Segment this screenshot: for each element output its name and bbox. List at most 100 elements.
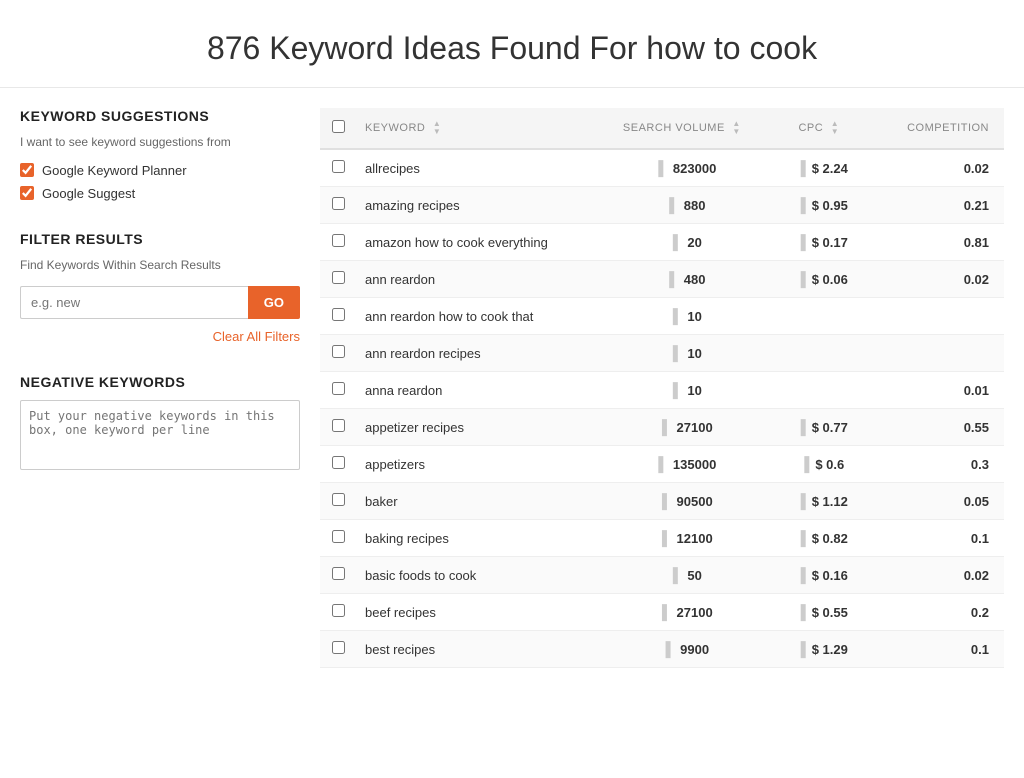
row-competition: 0.05 xyxy=(868,483,1004,520)
th-volume: SEARCH VOLUME ▲▼ xyxy=(594,108,769,149)
volume-bar-icon: ▐ xyxy=(668,308,678,324)
filter-input[interactable] xyxy=(20,286,248,319)
row-checkbox[interactable] xyxy=(332,308,345,321)
volume-bar-icon: ▐ xyxy=(653,160,663,176)
volume-bar-icon: ▐ xyxy=(668,567,678,583)
cpc-bar-icon: ▐ xyxy=(796,160,806,176)
row-keyword: ann reardon how to cook that xyxy=(355,298,594,335)
table-row: ann reardon how to cook that ▐ 10 xyxy=(320,298,1004,335)
table-row: appetizer recipes ▐ 27100 ▐$ 0.77 0.55 xyxy=(320,409,1004,446)
row-checkbox[interactable] xyxy=(332,567,345,580)
table-row: amazing recipes ▐ 880 ▐$ 0.95 0.21 xyxy=(320,187,1004,224)
row-checkbox[interactable] xyxy=(332,641,345,654)
cpc-bar-icon: ▐ xyxy=(799,456,809,472)
row-checkbox-cell xyxy=(320,483,355,520)
table-row: appetizers ▐ 135000 ▐$ 0.6 0.3 xyxy=(320,446,1004,483)
row-volume: ▐ 880 xyxy=(594,187,769,224)
row-volume: ▐ 27100 xyxy=(594,409,769,446)
row-checkbox-cell xyxy=(320,557,355,594)
row-checkbox-cell xyxy=(320,224,355,261)
cpc-bar-icon: ▐ xyxy=(796,530,806,546)
row-checkbox-cell xyxy=(320,594,355,631)
row-checkbox[interactable] xyxy=(332,345,345,358)
row-checkbox-cell xyxy=(320,187,355,224)
row-checkbox-cell xyxy=(320,149,355,187)
table-row: allrecipes ▐ 823000 ▐$ 2.24 0.02 xyxy=(320,149,1004,187)
row-checkbox[interactable] xyxy=(332,493,345,506)
row-checkbox-cell xyxy=(320,446,355,483)
volume-bar-icon: ▐ xyxy=(653,456,663,472)
row-volume: ▐ 10 xyxy=(594,335,769,372)
table-row: baker ▐ 90500 ▐$ 1.12 0.05 xyxy=(320,483,1004,520)
negative-keywords-textarea[interactable] xyxy=(20,400,300,470)
volume-bar-icon: ▐ xyxy=(668,234,678,250)
row-checkbox[interactable] xyxy=(332,271,345,284)
table-row: anna reardon ▐ 10 0.01 xyxy=(320,372,1004,409)
row-volume: ▐ 27100 xyxy=(594,594,769,631)
row-keyword: baking recipes xyxy=(355,520,594,557)
select-all-checkbox[interactable] xyxy=(332,120,345,133)
go-button[interactable]: GO xyxy=(248,286,300,319)
row-volume: ▐ 90500 xyxy=(594,483,769,520)
row-cpc: ▐$ 0.82 xyxy=(769,520,868,557)
row-volume: ▐ 9900 xyxy=(594,631,769,668)
row-checkbox[interactable] xyxy=(332,530,345,543)
row-checkbox[interactable] xyxy=(332,419,345,432)
volume-bar-icon: ▐ xyxy=(657,604,667,620)
row-checkbox[interactable] xyxy=(332,160,345,173)
row-keyword: ann reardon recipes xyxy=(355,335,594,372)
cpc-bar-icon: ▐ xyxy=(796,493,806,509)
row-checkbox[interactable] xyxy=(332,604,345,617)
source-google-suggest-checkbox[interactable] xyxy=(20,186,34,200)
row-volume: ▐ 50 xyxy=(594,557,769,594)
source-google-planner[interactable]: Google Keyword Planner xyxy=(20,163,300,178)
row-cpc: ▐$ 0.95 xyxy=(769,187,868,224)
page-title: 876 Keyword Ideas Found For how to cook xyxy=(20,30,1004,67)
cpc-bar-icon: ▐ xyxy=(796,567,806,583)
row-checkbox-cell xyxy=(320,335,355,372)
row-checkbox-cell xyxy=(320,520,355,557)
source-google-suggest[interactable]: Google Suggest xyxy=(20,186,300,201)
filter-results-desc: Find Keywords Within Search Results xyxy=(20,257,300,274)
filter-results-title: FILTER RESULTS xyxy=(20,231,300,247)
volume-bar-icon: ▐ xyxy=(668,382,678,398)
row-keyword: anna reardon xyxy=(355,372,594,409)
row-volume: ▐ 10 xyxy=(594,372,769,409)
row-keyword: amazon how to cook everything xyxy=(355,224,594,261)
row-cpc: ▐$ 0.55 xyxy=(769,594,868,631)
th-cpc: CPC ▲▼ xyxy=(769,108,868,149)
row-competition: 0.81 xyxy=(868,224,1004,261)
row-checkbox-cell xyxy=(320,631,355,668)
table-row: best recipes ▐ 9900 ▐$ 1.29 0.1 xyxy=(320,631,1004,668)
row-volume: ▐ 10 xyxy=(594,298,769,335)
volume-bar-icon: ▐ xyxy=(664,197,674,213)
row-checkbox-cell xyxy=(320,372,355,409)
clear-filters-link[interactable]: Clear All Filters xyxy=(20,329,300,344)
keyword-sort-icon[interactable]: ▲▼ xyxy=(433,120,441,136)
volume-sort-icon[interactable]: ▲▼ xyxy=(732,120,740,136)
row-checkbox[interactable] xyxy=(332,456,345,469)
cpc-bar-icon: ▐ xyxy=(796,604,806,620)
row-volume: ▐ 20 xyxy=(594,224,769,261)
row-cpc: ▐$ 0.6 xyxy=(769,446,868,483)
sidebar: KEYWORD SUGGESTIONS I want to see keywor… xyxy=(20,108,300,668)
table-row: amazon how to cook everything ▐ 20 ▐$ 0.… xyxy=(320,224,1004,261)
row-cpc: ▐$ 1.12 xyxy=(769,483,868,520)
filter-search-row: GO xyxy=(20,286,300,319)
row-competition: 0.01 xyxy=(868,372,1004,409)
cpc-bar-icon: ▐ xyxy=(796,419,806,435)
row-cpc xyxy=(769,298,868,335)
row-cpc: ▐$ 1.29 xyxy=(769,631,868,668)
source-google-planner-checkbox[interactable] xyxy=(20,163,34,177)
row-competition: 0.02 xyxy=(868,149,1004,187)
row-competition: 0.1 xyxy=(868,631,1004,668)
row-checkbox[interactable] xyxy=(332,234,345,247)
row-checkbox[interactable] xyxy=(332,197,345,210)
volume-bar-icon: ▐ xyxy=(668,345,678,361)
table-row: beef recipes ▐ 27100 ▐$ 0.55 0.2 xyxy=(320,594,1004,631)
keyword-suggestions-title: KEYWORD SUGGESTIONS xyxy=(20,108,300,124)
row-checkbox[interactable] xyxy=(332,382,345,395)
source-google-planner-label: Google Keyword Planner xyxy=(42,163,187,178)
row-cpc: ▐$ 0.06 xyxy=(769,261,868,298)
cpc-sort-icon[interactable]: ▲▼ xyxy=(831,120,839,136)
